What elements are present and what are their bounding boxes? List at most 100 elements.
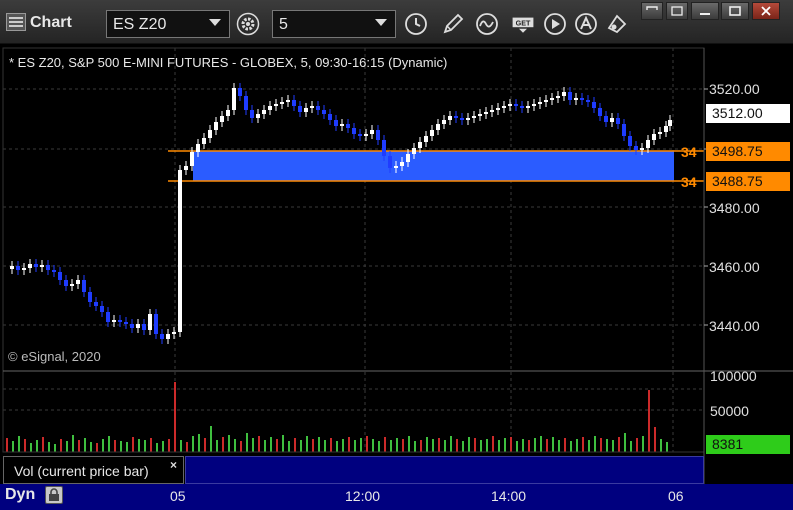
volume-bar <box>366 436 368 452</box>
candle-body <box>454 116 458 118</box>
candle-body <box>622 124 626 136</box>
candle-body <box>562 92 566 96</box>
window-title: Chart <box>30 14 72 31</box>
candle-body <box>244 96 248 110</box>
candle-body <box>580 98 584 100</box>
candle-body <box>604 116 608 122</box>
volume-bar <box>540 436 542 452</box>
candle-body <box>10 266 14 269</box>
volume-bar <box>462 441 464 452</box>
candle-body <box>16 266 20 270</box>
volume-bar <box>348 437 350 452</box>
volume-bar <box>288 441 290 452</box>
volume-bar <box>648 390 650 452</box>
candle-body <box>508 104 512 106</box>
volume-bar <box>282 435 284 452</box>
time-axis-label: 06 <box>668 488 684 504</box>
time-axis-label: 14:00 <box>491 488 527 504</box>
candle-body <box>592 102 596 108</box>
candle-body <box>628 136 632 146</box>
candle-body <box>496 108 500 110</box>
volume-bar <box>312 439 314 452</box>
chart-menu-icon[interactable] <box>6 13 26 31</box>
candle-body <box>436 124 440 130</box>
volume-bar <box>300 440 302 452</box>
volume-bar <box>150 438 152 452</box>
level-price-tag-lower[interactable]: 3488.75 <box>706 172 790 191</box>
interval-combo[interactable]: 5 <box>272 10 396 38</box>
volume-bar <box>372 439 374 452</box>
volume-bar <box>318 437 320 452</box>
volume-bar <box>450 436 452 452</box>
volume-bar <box>18 436 20 452</box>
volume-bar <box>108 436 110 452</box>
copyright-text: © eSignal, 2020 <box>8 349 101 364</box>
maximize-window-button[interactable] <box>721 2 749 20</box>
symbol-value: ES Z20 <box>113 16 167 33</box>
candle-body <box>166 334 170 339</box>
candle-body <box>184 166 188 170</box>
candle-body <box>250 110 254 118</box>
study-close-button[interactable]: × <box>170 458 177 472</box>
candle-body <box>82 280 86 292</box>
candle-body <box>142 324 146 330</box>
volume-bar <box>180 440 182 452</box>
candle-body <box>190 152 194 166</box>
candle-body <box>226 110 230 116</box>
close-window-button[interactable] <box>752 2 780 20</box>
candle-body <box>346 124 350 128</box>
replay-button[interactable] <box>540 10 570 38</box>
volume-bar <box>630 441 632 452</box>
settings-button[interactable] <box>233 10 263 38</box>
candle-body <box>460 118 464 120</box>
get-data-button[interactable]: GET <box>506 10 540 38</box>
volume-bar <box>612 440 614 452</box>
volume-bar <box>258 436 260 452</box>
volume-bar <box>54 444 56 452</box>
chart-axes <box>2 47 793 484</box>
draw-tools-button[interactable] <box>438 10 468 38</box>
volume-series <box>6 382 668 452</box>
minimize-window-button[interactable] <box>666 2 688 20</box>
candle-body <box>478 114 482 116</box>
candle-body <box>406 154 410 162</box>
volume-bar <box>618 437 620 452</box>
restore-window-button[interactable] <box>641 2 663 20</box>
link-button[interactable] <box>602 10 632 38</box>
tile-window-button[interactable] <box>691 2 719 20</box>
price-axis-label: 3460.00 <box>709 259 760 275</box>
symbol-combo[interactable]: ES Z20 <box>106 10 230 38</box>
price-axis-label: 3520.00 <box>709 81 760 97</box>
candle-body <box>304 108 308 112</box>
chart-canvas[interactable] <box>0 44 793 484</box>
lock-button[interactable] <box>45 486 63 504</box>
candle-body <box>28 264 32 268</box>
volume-bar <box>504 438 506 452</box>
dynamic-mode-label[interactable]: Dyn <box>5 486 35 504</box>
volume-bar <box>408 436 410 452</box>
volume-bar <box>162 441 164 452</box>
level-price-tag-upper[interactable]: 3498.75 <box>706 142 790 161</box>
volume-bar <box>342 439 344 452</box>
volume-bar <box>126 442 128 452</box>
time-template-button[interactable] <box>401 10 431 38</box>
alerts-button[interactable] <box>571 10 601 38</box>
volume-bar <box>252 438 254 452</box>
studies-button[interactable] <box>472 10 502 38</box>
volume-bar <box>474 438 476 452</box>
time-axis-label: 05 <box>170 488 186 504</box>
candle-body <box>292 100 296 106</box>
candle-body <box>586 100 590 102</box>
candle-body <box>214 122 218 130</box>
candle-body <box>112 320 116 322</box>
candle-body <box>442 120 446 124</box>
candle-body <box>118 320 122 322</box>
price-zone-rectangle[interactable] <box>193 151 674 181</box>
pencil-icon <box>443 13 464 34</box>
candle-body <box>358 134 362 136</box>
volume-bar <box>666 442 668 452</box>
volume-bar <box>210 426 212 452</box>
candle-body <box>286 100 290 102</box>
minimize-icon <box>700 13 710 15</box>
study-legend[interactable]: Vol (current price bar) <box>3 456 184 484</box>
